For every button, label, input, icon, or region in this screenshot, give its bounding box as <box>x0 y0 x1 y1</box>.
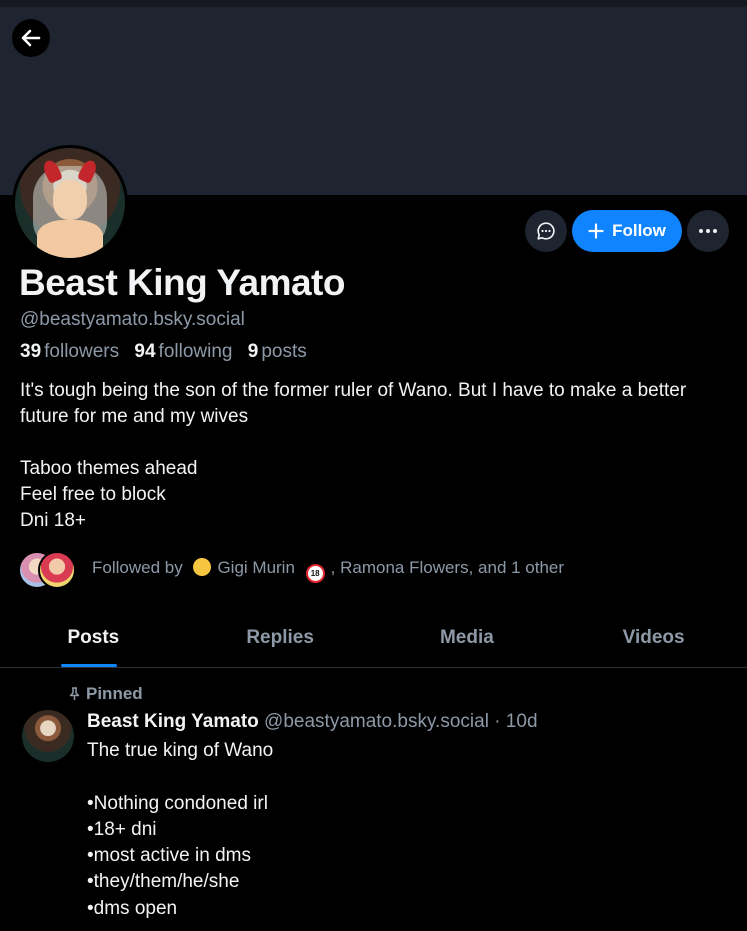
profile-stats: 39 followers 94 following 9 posts <box>20 341 307 363</box>
follow-button-label: Follow <box>612 221 666 240</box>
profile-handle: @beastyamato.bsky.social <box>20 309 245 330</box>
post-timestamp[interactable]: · 10d <box>494 711 537 732</box>
more-options-button[interactable] <box>687 210 729 252</box>
top-strip <box>0 0 747 7</box>
pinned-indicator: Pinned <box>68 684 143 704</box>
followers-link[interactable]: 39 followers <box>20 341 119 362</box>
follow-button[interactable]: Follow <box>572 210 682 252</box>
post-header: Beast King Yamato @beastyamato.bsky.soci… <box>87 711 538 733</box>
age-restriction-emoji-icon: 18 <box>305 563 325 583</box>
arrow-left-icon <box>21 29 41 47</box>
post-text: The true king of Wano •Nothing condoned … <box>87 740 274 919</box>
followed-by-row[interactable]: Followed by Gigi Murin 18, Ramona Flower… <box>18 550 564 590</box>
follower-avatar <box>38 551 76 589</box>
display-name: Beast King Yamato <box>19 262 345 303</box>
following-link[interactable]: 94 following <box>134 341 232 362</box>
avatar-image <box>15 148 125 258</box>
profile-tabs: Posts Replies Media Videos <box>0 615 747 668</box>
pin-icon <box>69 687 80 700</box>
tab-replies[interactable]: Replies <box>187 615 374 667</box>
tab-posts[interactable]: Posts <box>0 615 187 667</box>
back-button[interactable] <box>12 19 50 57</box>
post-author-handle[interactable]: @beastyamato.bsky.social <box>264 711 489 732</box>
chat-bubble-icon <box>537 222 555 240</box>
person-emoji-icon <box>193 557 212 576</box>
post-author-avatar[interactable] <box>22 710 74 762</box>
post-author-name[interactable]: Beast King Yamato <box>87 711 259 732</box>
ellipsis-icon <box>699 229 717 233</box>
message-button[interactable] <box>525 210 567 252</box>
tab-media[interactable]: Media <box>374 615 561 667</box>
plus-icon <box>588 223 604 239</box>
followed-by-text: Followed by Gigi Murin 18, Ramona Flower… <box>92 557 564 583</box>
profile-bio: It's tough being the son of the former r… <box>20 380 687 531</box>
tab-videos[interactable]: Videos <box>560 615 747 667</box>
profile-avatar[interactable] <box>12 145 128 261</box>
posts-count: 9 posts <box>247 341 307 362</box>
